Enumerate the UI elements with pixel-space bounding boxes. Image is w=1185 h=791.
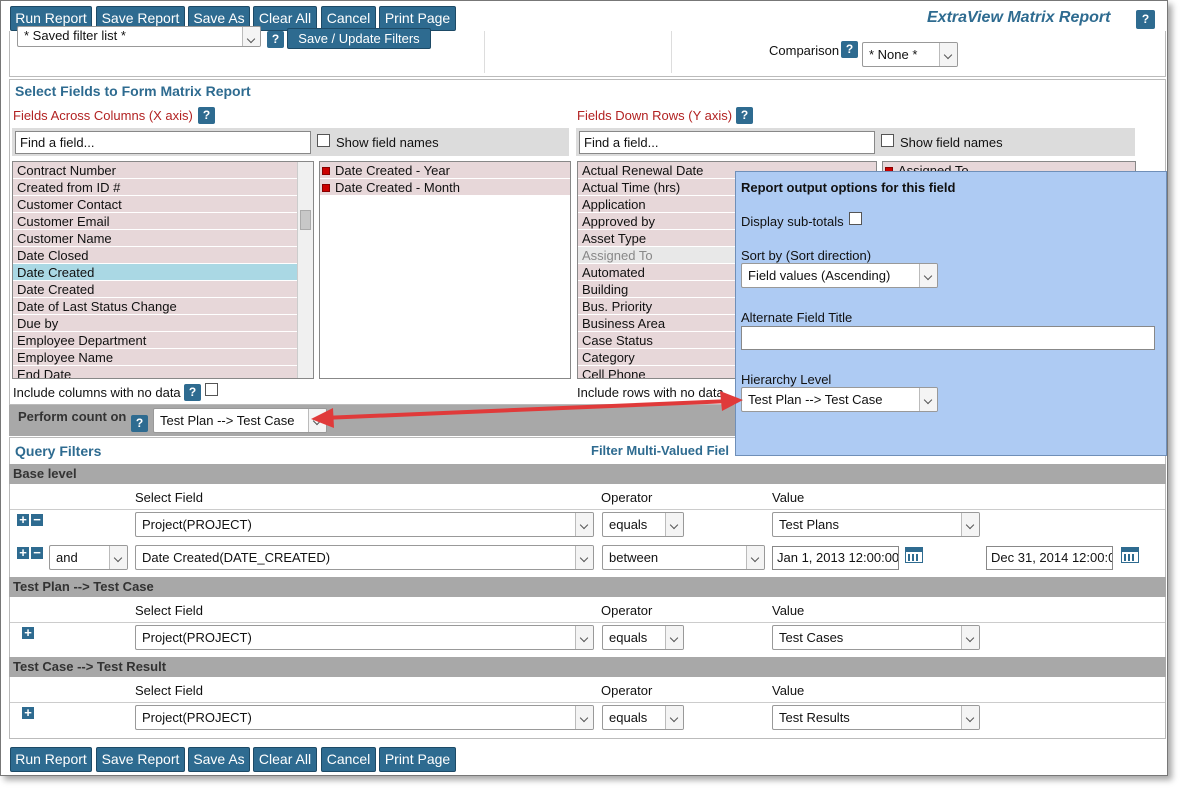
annotation-arrow: [311, 391, 743, 428]
matrix-report-window: Run Report Save Report Save As Clear All…: [0, 0, 1168, 776]
arrow-head-right: [720, 391, 743, 411]
arrow-head-left: [311, 408, 334, 428]
arrow-line: [322, 399, 732, 420]
